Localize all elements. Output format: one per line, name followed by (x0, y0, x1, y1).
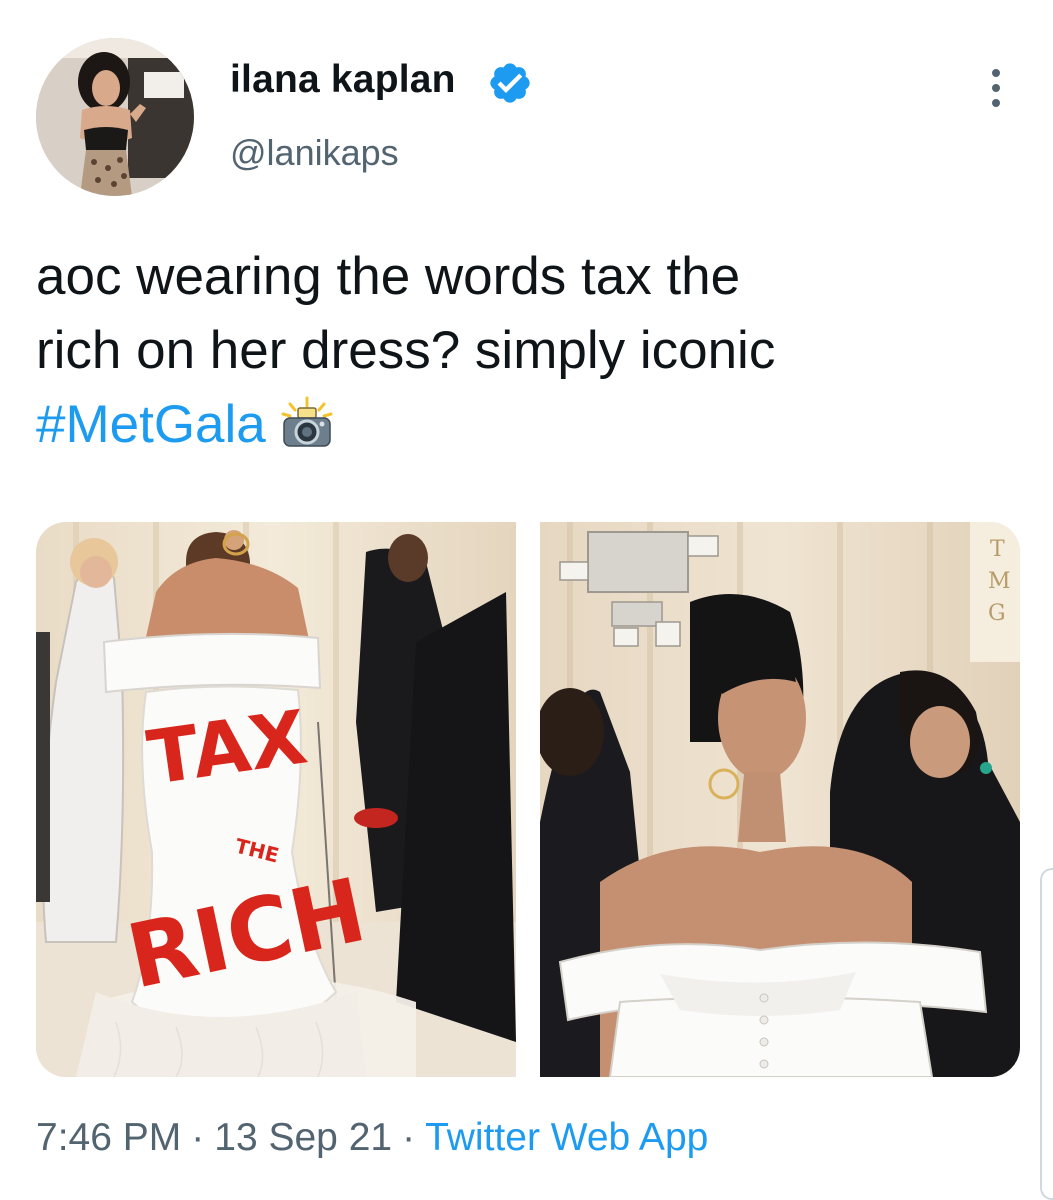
tweet-time[interactable]: 7:46 PM (36, 1116, 181, 1159)
photo-right[interactable]: T M G (540, 522, 1020, 1077)
tweet-text: aoc wearing the words tax the rich on he… (36, 240, 1016, 462)
tweet-metadata: 7:46 PM · 13 Sep 21 · Twitter Web App (36, 1116, 708, 1160)
tweet-text-line-2: rich on her dress? simply iconic (36, 321, 776, 380)
backdrop-letter-1: T (990, 537, 1005, 562)
scrollbar-thumb[interactable] (1040, 868, 1053, 1200)
tweet-text-line-1: aoc wearing the words tax the (36, 247, 741, 306)
tweet-date[interactable]: 13 Sep 21 (214, 1116, 392, 1159)
tweet-source-link[interactable]: Twitter Web App (425, 1116, 708, 1159)
photo-left[interactable]: TAX THE RICH (36, 522, 516, 1077)
backdrop-letter-2: M (988, 569, 1011, 594)
media-gallery: TAX THE RICH T M G (36, 522, 1020, 1077)
tweet: ilana kaplan @lanikaps aoc wearing the w… (0, 0, 1053, 1200)
separator: · (402, 1116, 416, 1159)
more-options-icon[interactable] (972, 64, 1020, 112)
backdrop-letter-3: G (988, 601, 1006, 626)
dot (992, 69, 1000, 77)
camera-with-flash-icon (281, 396, 333, 447)
avatar[interactable] (36, 38, 194, 196)
hashtag-link[interactable]: #MetGala (36, 395, 266, 454)
dot (992, 84, 1000, 92)
tweet-text-line-3: #MetGala (36, 388, 1016, 462)
verified-badge-icon (490, 63, 530, 103)
author-handle[interactable]: @lanikaps (230, 132, 399, 174)
author-display-name[interactable]: ilana kaplan (230, 58, 456, 102)
dot (992, 99, 1000, 107)
separator: · (191, 1116, 205, 1159)
